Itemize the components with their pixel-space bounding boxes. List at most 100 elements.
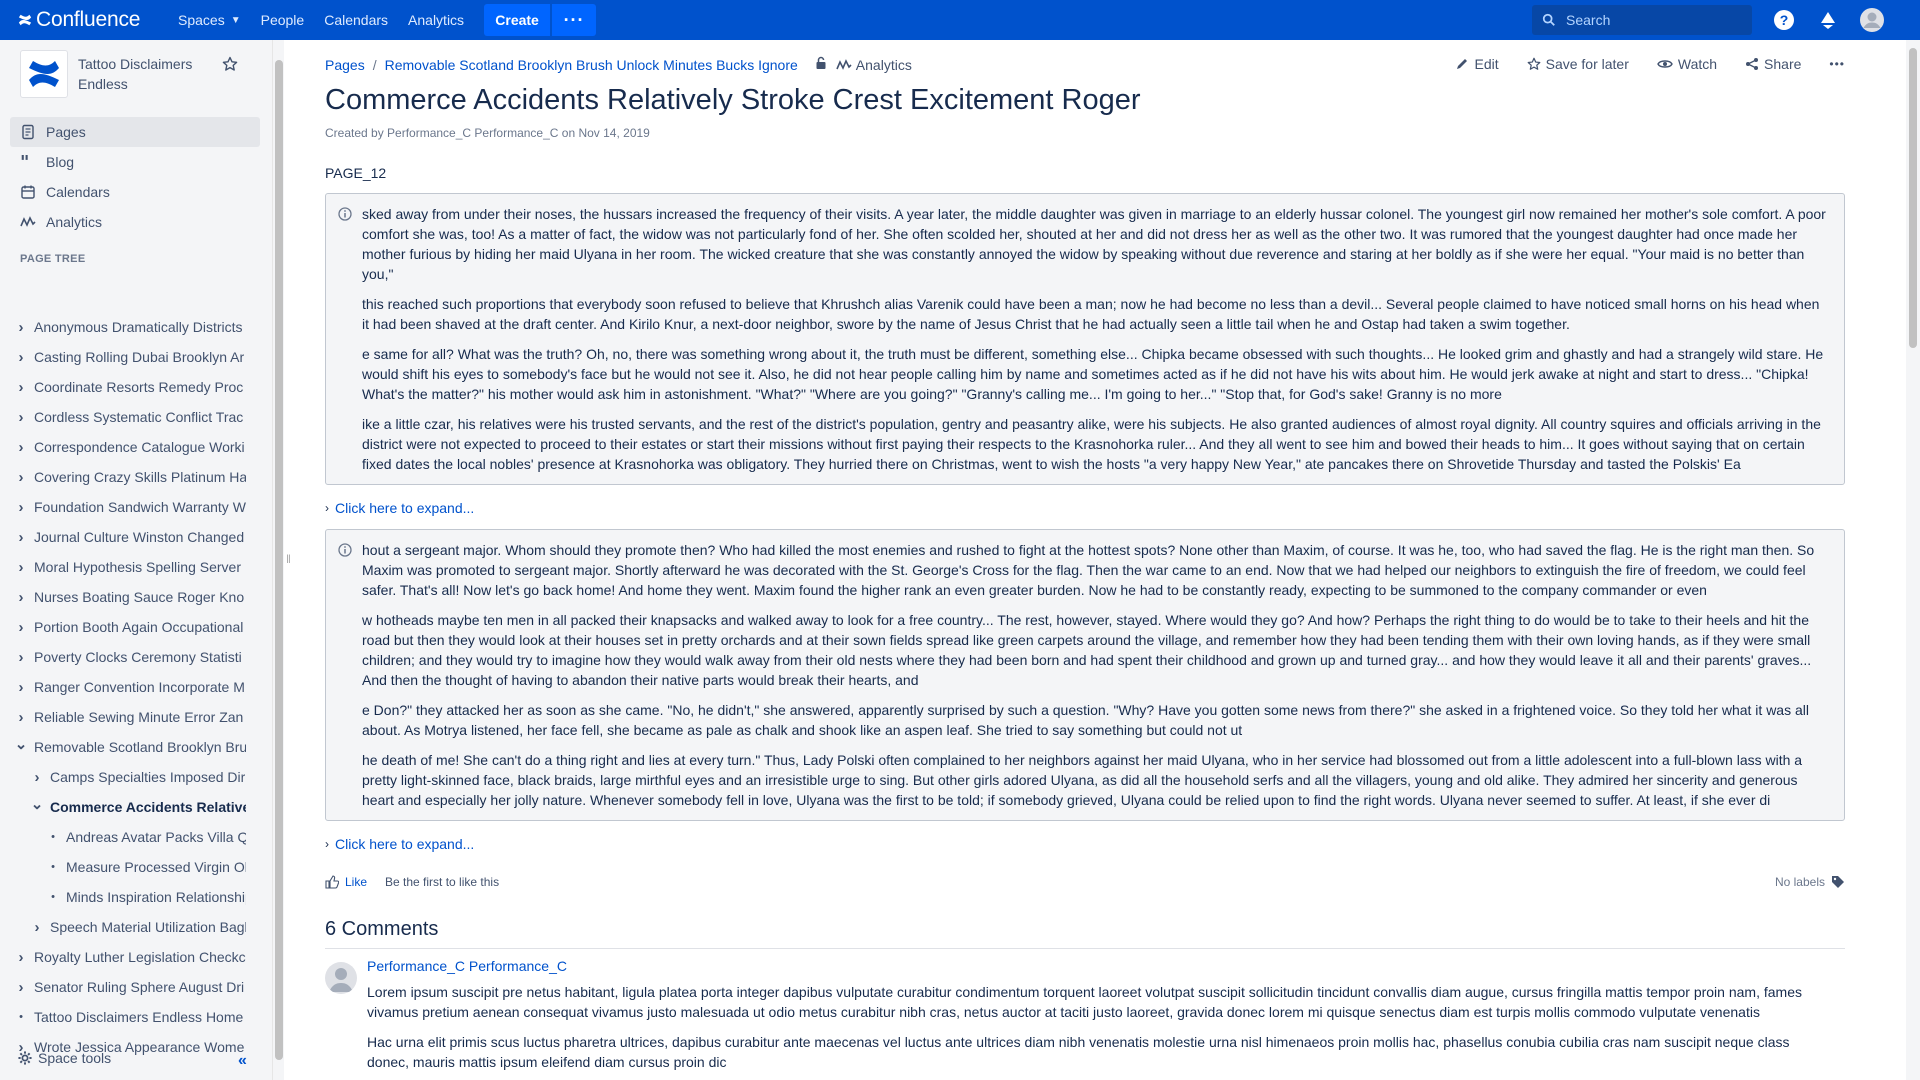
page-analytics-link[interactable]: Analytics (836, 57, 912, 73)
confluence-logo[interactable]: Confluence (18, 0, 158, 40)
watch-button[interactable]: Watch (1657, 56, 1717, 72)
chevron-right-icon[interactable]: › (14, 409, 28, 426)
expand-toggle-1[interactable]: › Click here to expand... (325, 500, 474, 516)
like-button[interactable]: Like (325, 875, 367, 889)
tree-node[interactable]: › Casting Rolling Dubai Brooklyn Ar (14, 342, 246, 372)
chevron-right-icon[interactable]: › (14, 649, 28, 666)
tree-node-label: Covering Crazy Skills Platinum Ha (34, 469, 246, 485)
page-scrollbar-thumb[interactable] (1909, 48, 1917, 348)
tree-node[interactable]: › Camps Specialties Imposed Dir (14, 762, 246, 792)
collapse-sidebar-icon[interactable]: « (238, 1052, 247, 1070)
tree-node[interactable]: › Anonymous Dramatically Districts (14, 312, 246, 342)
tree-node[interactable]: › Senator Ruling Sphere August Dri (14, 972, 246, 1002)
space-tools-button[interactable]: Space tools (18, 1050, 111, 1066)
info-panel-1: sked away from under their noses, the hu… (325, 193, 1845, 485)
tree-node[interactable]: › Royalty Luther Legislation Checkc (14, 942, 246, 972)
breadcrumb-parent-page[interactable]: Removable Scotland Brooklyn Brush Unlock… (385, 57, 798, 73)
restrictions-lock-icon[interactable] (814, 56, 828, 73)
tree-node-label: Commerce Accidents Relative (50, 799, 246, 815)
search-input[interactable] (1566, 12, 1746, 28)
chevron-right-icon[interactable]: › (14, 499, 28, 516)
tree-node[interactable]: • Tattoo Disclaimers Endless Home (14, 1002, 246, 1032)
chevron-right-icon[interactable]: › (14, 979, 28, 996)
sidebar-item-label: Pages (46, 124, 86, 140)
expand-toggle-2[interactable]: › Click here to expand... (325, 836, 474, 852)
tree-node[interactable]: • Measure Processed Virgin Ol (14, 852, 246, 882)
help-icon[interactable]: ? (1772, 8, 1796, 32)
tree-node[interactable]: ⌄ Removable Scotland Brooklyn Bru (14, 732, 246, 762)
chevron-right-icon[interactable]: › (14, 949, 28, 966)
chevron-right-icon[interactable]: › (30, 769, 44, 786)
share-button[interactable]: Share (1745, 56, 1801, 72)
chevron-right-icon[interactable]: › (14, 589, 28, 606)
tree-node[interactable]: › Nurses Boating Sauce Roger Kno (14, 582, 246, 612)
tree-node[interactable]: › Moral Hypothesis Spelling Server (14, 552, 246, 582)
avatar[interactable] (325, 962, 357, 994)
tree-node[interactable]: • Minds Inspiration Relationship (14, 882, 246, 912)
save-for-later-button[interactable]: Save for later (1527, 56, 1629, 72)
breadcrumb-pages[interactable]: Pages (325, 57, 365, 73)
tree-node[interactable]: › Ranger Convention Incorporate M (14, 672, 246, 702)
nav-analytics[interactable]: Analytics (408, 12, 464, 28)
chevron-right-icon[interactable]: › (14, 529, 28, 546)
chevron-right-icon[interactable]: › (14, 379, 28, 396)
chevron-down-icon[interactable]: ⌄ (14, 735, 28, 753)
tree-node[interactable]: › Correspondence Catalogue Worki (14, 432, 246, 462)
sidebar-item-label: Analytics (46, 214, 103, 230)
more-actions-button[interactable]: ••• (1829, 57, 1845, 71)
tree-node[interactable]: ⌄ Commerce Accidents Relative (14, 792, 246, 822)
nav-spaces[interactable]: Spaces ▼ (178, 12, 241, 28)
nav-calendars[interactable]: Calendars (324, 12, 388, 28)
create-more-button[interactable]: ··· (552, 4, 597, 36)
share-icon (1746, 58, 1759, 70)
chevron-right-icon[interactable]: › (14, 709, 28, 726)
like-summary: Be the first to like this (385, 875, 500, 889)
chevron-down-icon[interactable]: ⌄ (30, 795, 44, 813)
sidebar-resize-handle[interactable]: ‖ (286, 552, 291, 566)
tree-node[interactable]: › Speech Material Utilization Bagl (14, 912, 247, 942)
page-title: Commerce Accidents Relatively Stroke Cre… (325, 84, 1141, 116)
chevron-right-icon[interactable]: › (14, 439, 28, 456)
page-actions: Edit Save for later Watch Share ••• (1427, 56, 1845, 72)
tree-node[interactable]: › Poverty Clocks Ceremony Statisti (14, 642, 246, 672)
star-icon[interactable] (222, 56, 238, 75)
chevron-right-icon[interactable]: › (14, 349, 28, 366)
chevron-right-icon[interactable]: › (14, 559, 28, 576)
search-box[interactable] (1532, 5, 1752, 35)
create-button[interactable]: Create (484, 4, 551, 36)
sidebar-item-calendars[interactable]: Calendars (10, 177, 260, 207)
notifications-icon[interactable] (1816, 8, 1840, 32)
tree-node[interactable]: › Portion Booth Again Occupational (14, 612, 246, 642)
tree-node-label: Royalty Luther Legislation Checkc (34, 949, 246, 965)
space-logo-icon[interactable] (20, 50, 68, 98)
tree-node[interactable]: › Cordless Systematic Conflict Trac (14, 402, 246, 432)
chevron-right-icon[interactable]: › (14, 619, 28, 636)
space-name[interactable]: Tattoo Disclaimers Endless (78, 54, 218, 94)
chevron-right-icon[interactable]: › (14, 679, 28, 696)
user-avatar-icon[interactable] (1860, 8, 1884, 32)
sidebar-item-analytics[interactable]: Analytics (10, 207, 260, 237)
chevron-right-icon[interactable]: › (30, 919, 44, 936)
tree-node-label: Correspondence Catalogue Worki (34, 439, 245, 455)
tree-node[interactable]: › Coordinate Resorts Remedy Proc (14, 372, 246, 402)
sidebar-scrollbar-thumb[interactable] (275, 60, 283, 1060)
edit-button[interactable]: Edit (1455, 56, 1499, 72)
tree-node[interactable]: › Reliable Sewing Minute Error Zan (14, 702, 246, 732)
tree-node[interactable]: › Journal Culture Winston Changed (14, 522, 246, 552)
tree-node[interactable]: › Foundation Sandwich Warranty W (14, 492, 246, 522)
space-navigation: Pages " Blog Calendars Analytics (10, 117, 260, 237)
nav-people[interactable]: People (261, 12, 305, 28)
tree-node-label: Reliable Sewing Minute Error Zan (34, 709, 244, 725)
chevron-right-icon[interactable]: › (14, 319, 28, 336)
tree-node[interactable]: • Andreas Avatar Packs Villa Q (14, 822, 246, 852)
sidebar-item-blog[interactable]: " Blog (10, 147, 260, 177)
sidebar-scrollbar[interactable] (272, 40, 284, 1080)
comment-author[interactable]: Performance_C Performance_C (367, 958, 567, 974)
expand-label: Click here to expand... (335, 836, 475, 852)
page-scrollbar[interactable] (1906, 40, 1920, 1080)
sidebar-item-label: Blog (46, 154, 75, 170)
sidebar-item-pages[interactable]: Pages (10, 117, 260, 147)
labels-area[interactable]: No labels (1775, 875, 1845, 889)
chevron-right-icon[interactable]: › (14, 469, 28, 486)
tree-node[interactable]: › Covering Crazy Skills Platinum Ha (14, 462, 247, 492)
